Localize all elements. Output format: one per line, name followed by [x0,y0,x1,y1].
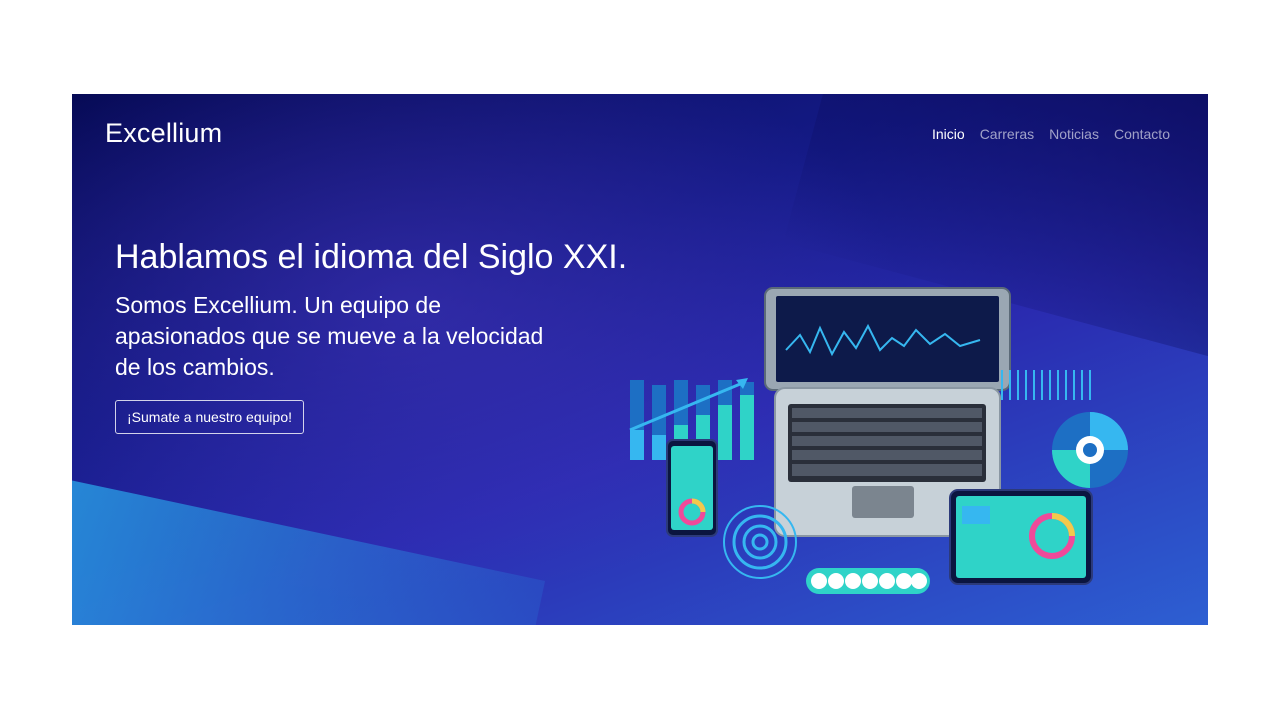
nav-item-noticias[interactable]: Noticias [1049,126,1099,142]
signal-lines-graphic [1001,370,1091,400]
brand-logo[interactable]: Excellium [105,118,222,149]
nav-item-carreras[interactable]: Carreras [980,126,1034,142]
join-team-button[interactable]: ¡Sumate a nuestro equipo! [115,400,304,434]
nav-item-contacto[interactable]: Contacto [1114,126,1170,142]
radar-graphic [723,505,797,579]
phone-graphic [666,439,718,537]
progress-dots-graphic [806,568,930,594]
hero-lead: Somos Excellium. Un equipo de apasionado… [115,292,544,380]
pie-wheel-graphic [1052,412,1128,488]
nav-item-inicio[interactable]: Inicio [932,126,965,142]
tablet-graphic [949,489,1093,585]
hero-headline: Hablamos el idioma del Siglo XXI. [115,238,628,276]
main-nav: Inicio Carreras Noticias Contacto [932,126,1170,142]
hero-banner: Excellium Inicio Carreras Noticias Conta… [72,94,1208,625]
analytics-devices-illustration [629,287,1128,594]
